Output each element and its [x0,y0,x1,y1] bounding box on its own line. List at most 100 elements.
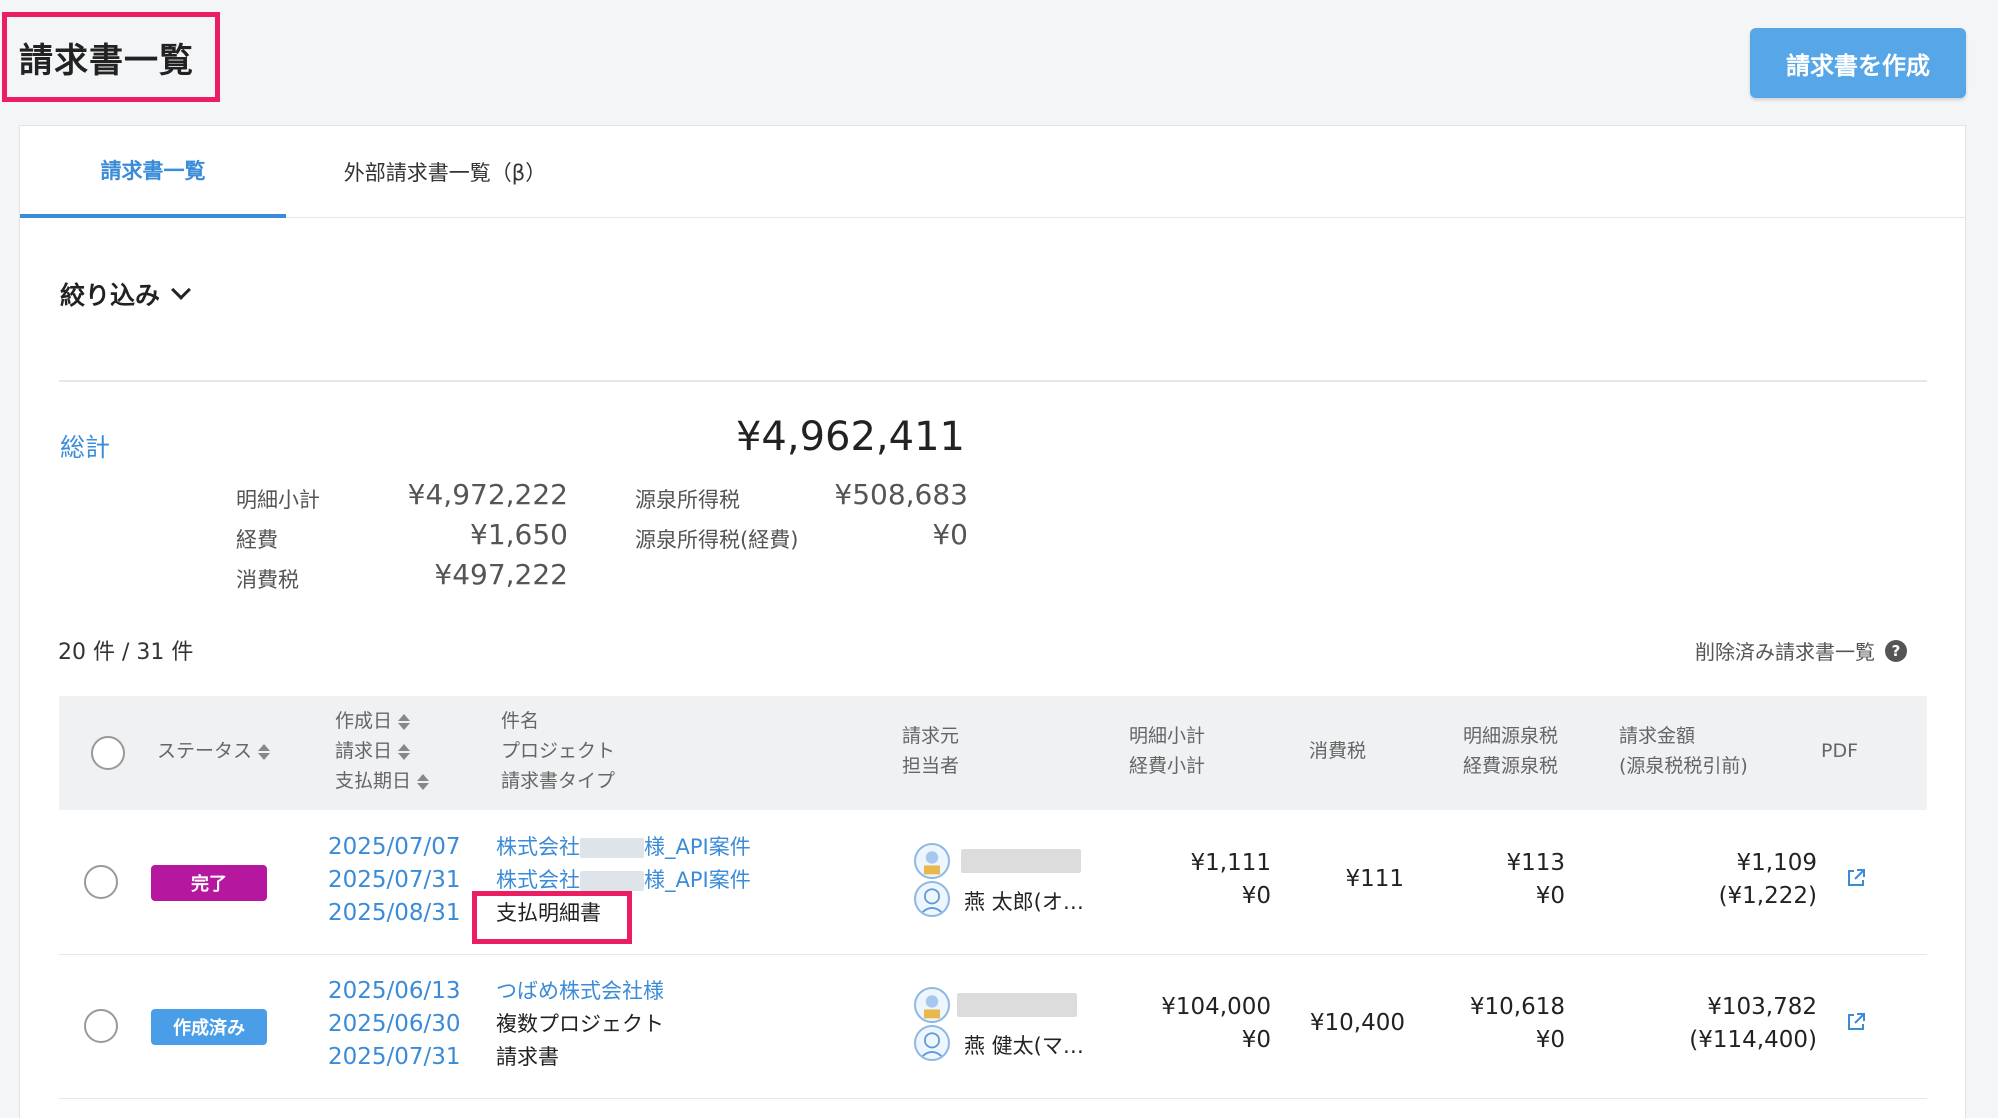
subject-link[interactable]: 株式会社 様_API案件 [496,831,751,864]
amount-before-tax: (¥114,400) [1689,1027,1817,1053]
create-invoice-button[interactable]: 請求書を作成 [1750,28,1966,98]
row-checkbox[interactable] [84,1009,118,1043]
sort-created[interactable]: 作成日 [335,706,411,736]
header-pdf: PDF [1821,740,1859,762]
created-date[interactable]: 2025/07/07 [328,831,461,864]
header-status: ステータス [157,740,253,762]
header-withholding: 明細源泉税 [1463,725,1559,747]
header-subtotal: 明細小計 [1129,725,1206,747]
tax: ¥10,400 [1309,1010,1405,1036]
summary-label: 消費税 [236,568,299,592]
tax: ¥111 [1345,866,1404,892]
header-assignee: 担当者 [902,755,960,777]
summary-value: ¥0 [932,518,968,551]
sort-invoice-date[interactable]: 請求日 [335,736,411,766]
withholding: ¥10,618 [1469,994,1565,1020]
header-project: プロジェクト [501,740,616,762]
row-subject: つばめ株式会社様 複数プロジェクト 請求書 [496,975,664,1074]
deleted-invoices-label: 削除済み請求書一覧 [1695,640,1875,664]
row-subtotals: ¥1,111 ¥0 [1129,847,1271,913]
page-title-highlight: 請求書一覧 [2,12,220,102]
header-invoice-date: 請求日 [335,740,393,762]
summary-label: 源泉所得税 [635,488,740,512]
row-amount: ¥1,109 (¥1,222) [1619,847,1817,913]
type-highlight [472,891,632,944]
row-subtotals: ¥104,000 ¥0 [1089,991,1271,1057]
header-created: 作成日 [335,710,393,732]
user-avatar [914,881,950,917]
row-dates: 2025/06/13 2025/06/30 2025/07/31 [328,975,461,1074]
header-issuer: 請求元 [902,725,960,747]
header-amount-note: (源泉税税引前) [1619,755,1748,777]
amount: ¥103,782 [1707,994,1817,1020]
assignee-name: 燕 健太(マ… [964,1034,1084,1058]
company-avatar [914,843,950,879]
subtotal: ¥104,000 [1161,994,1271,1020]
tab-invoice-list[interactable]: 請求書一覧 [20,126,286,218]
user-avatar [914,1025,950,1061]
assignee-name: 燕 太郎(オ… [964,890,1084,914]
invoice-date[interactable]: 2025/06/30 [328,1008,461,1041]
summary-value: ¥497,222 [434,558,568,591]
filter-label: 絞り込み [60,281,161,310]
sort-due-date[interactable]: 支払期日 [335,766,430,796]
header-tax: 消費税 [1309,740,1367,762]
due-date[interactable]: 2025/08/31 [328,897,461,930]
table-row[interactable]: 作成済み 2025/06/13 2025/06/30 2025/07/31 つば… [59,955,1927,1099]
withholding: ¥113 [1506,850,1565,876]
row-checkbox[interactable] [84,865,118,899]
header-subject: 件名 [501,710,540,732]
summary-label: 経費 [236,528,278,552]
redacted-text [580,871,644,891]
sort-icon [398,713,411,730]
summary-label: 源泉所得税(経費) [635,528,799,552]
expense-withholding: ¥0 [1535,1027,1565,1053]
amount: ¥1,109 [1736,850,1817,876]
sort-icon [398,743,411,760]
tab-external-invoice-list[interactable]: 外部請求書一覧（β） [286,126,604,218]
invoice-date[interactable]: 2025/07/31 [328,864,461,897]
project-suffix: 様_API案件 [644,868,751,892]
summary-label: 明細小計 [236,488,320,512]
subject-prefix: 株式会社 [496,835,580,859]
row-amount: ¥103,782 (¥114,400) [1599,991,1817,1057]
external-link-icon[interactable] [1845,1011,1867,1033]
header-type: 請求書タイプ [501,770,616,792]
header-amount: 請求金額 [1619,725,1696,747]
status-badge: 完了 [151,865,267,901]
redacted-issuer [957,993,1077,1017]
invoice-type: 請求書 [496,1045,559,1069]
total-label[interactable]: 総計 [60,428,110,464]
table-row[interactable]: 完了 2025/07/07 2025/07/31 2025/08/31 株式会社… [59,811,1927,955]
company-avatar [914,987,950,1023]
redacted-text [580,838,644,858]
summary-value: ¥508,683 [834,478,968,511]
sort-icon [417,773,430,790]
row-dates: 2025/07/07 2025/07/31 2025/08/31 [328,831,461,930]
result-count: 20 件 / 31 件 [58,640,194,665]
status-badge: 作成済み [151,1009,267,1045]
summary-value: ¥4,972,222 [407,478,568,511]
summary-value: ¥1,650 [470,518,568,551]
subtotal: ¥1,111 [1190,850,1271,876]
created-date[interactable]: 2025/06/13 [328,975,461,1008]
deleted-invoices-link[interactable]: 削除済み請求書一覧 ? [1695,636,1907,665]
due-date[interactable]: 2025/07/31 [328,1041,461,1074]
help-icon[interactable]: ? [1885,639,1907,662]
subject-link[interactable]: つばめ株式会社様 [496,975,664,1008]
row-withholding: ¥10,618 ¥0 [1449,991,1565,1057]
select-all-checkbox[interactable] [91,736,125,770]
sort-status[interactable]: ステータス [157,736,271,766]
header-expense-subtotal: 経費小計 [1129,755,1206,777]
table-header: ステータス 作成日 請求日 支払期日 件名 プロジェクト 請求書タイプ 請求元 … [59,696,1927,810]
external-link-icon[interactable] [1845,867,1867,889]
sort-icon [258,743,271,760]
amount-before-tax: (¥1,222) [1718,883,1817,909]
project-prefix: 株式会社 [496,868,580,892]
filter-toggle[interactable]: 絞り込み [60,276,191,312]
expense-subtotal: ¥0 [1241,883,1271,909]
total-value: ¥4,962,411 [735,414,965,460]
expense-subtotal: ¥0 [1241,1027,1271,1053]
page-title: 請求書一覧 [19,40,194,81]
project-name: 複数プロジェクト [496,1012,664,1036]
